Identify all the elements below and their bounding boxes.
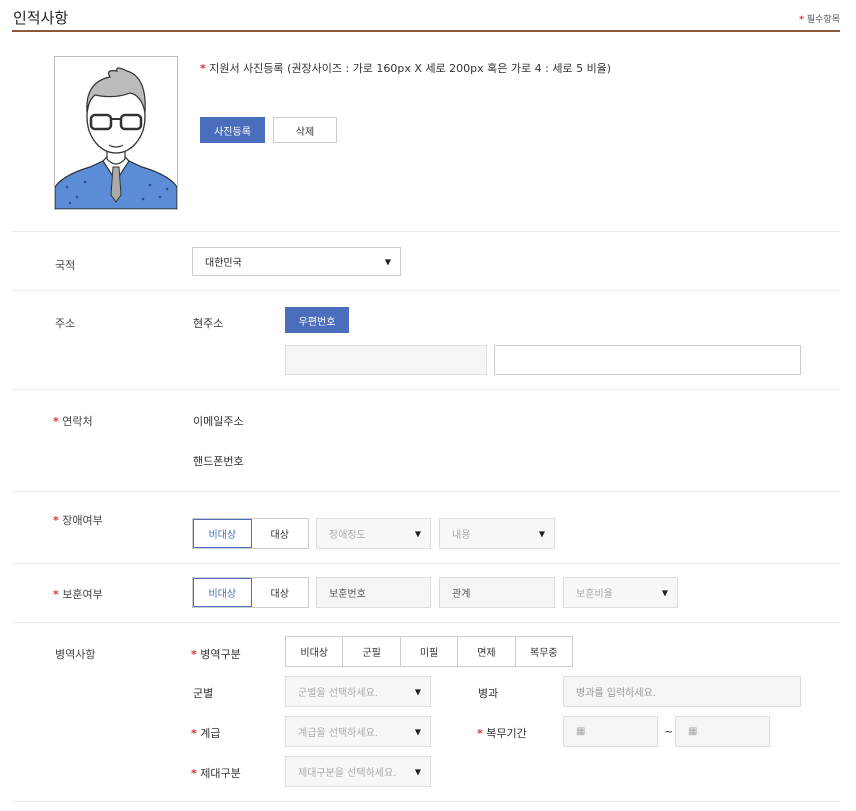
service-end-date-input[interactable]: ▦ (675, 716, 770, 747)
caret-down-icon: ▼ (414, 529, 421, 538)
military-type-option[interactable]: 비대상 (286, 637, 344, 666)
avatar-placeholder-icon (55, 67, 177, 209)
rank-label: * 계급 (191, 725, 221, 741)
rank-select[interactable]: 계급을 선택하세요. ▼ (285, 716, 431, 747)
veteran-relation-input[interactable]: 관계 (439, 577, 555, 608)
divider (12, 491, 840, 492)
divider (12, 801, 840, 802)
nationality-label: 국적 (55, 259, 76, 272)
veteran-option-no[interactable]: 비대상 (193, 578, 252, 607)
address-label: 주소 (55, 317, 76, 330)
specialty-input[interactable]: 병과를 입력하세요. (563, 676, 801, 707)
discharge-label-text: 제대구분 (200, 767, 241, 780)
required-star-icon: * (191, 727, 197, 740)
divider (12, 389, 840, 390)
required-star-icon: * (200, 62, 206, 75)
required-star-icon: * (53, 415, 59, 428)
required-note-label: 필수항목 (806, 15, 840, 25)
disability-option-no[interactable]: 비대상 (193, 519, 252, 548)
service-period-label-text: 복무기간 (486, 727, 527, 740)
caret-down-icon: ▼ (661, 588, 668, 597)
veteran-label: * 보훈여부 (53, 586, 103, 602)
required-star-icon: * (191, 648, 197, 661)
disability-toggle[interactable]: 비대상 대상 (192, 518, 309, 549)
rank-label-text: 계급 (200, 727, 221, 740)
photo-instruction: * 지원서 사진등록 (권장사이즈 : 가로 160px X 세로 200px … (200, 60, 611, 76)
disability-content-placeholder: 내용 (452, 530, 471, 541)
required-star-icon: * (799, 15, 804, 25)
service-start-date-input[interactable]: ▦ (563, 716, 658, 747)
veteran-ratio-placeholder: 보훈비율 (576, 589, 613, 600)
divider (12, 290, 840, 291)
veteran-toggle[interactable]: 비대상 대상 (192, 577, 309, 608)
header-divider (12, 30, 840, 32)
disability-content-select[interactable]: 내용 ▼ (439, 518, 555, 549)
section-title: 인적사항 (13, 9, 69, 27)
photo-frame (54, 56, 178, 210)
military-type-option[interactable]: 면제 (458, 637, 516, 666)
period-separator: ~ (664, 725, 674, 738)
caret-down-icon: ▼ (414, 727, 421, 736)
disability-label: * 장애여부 (53, 512, 103, 528)
contact-label: * 연락처 (53, 413, 93, 429)
discharge-placeholder: 제대구분을 선택하세요. (298, 768, 397, 779)
photo-instruction-text: 지원서 사진등록 (권장사이즈 : 가로 160px X 세로 200px 혹은… (209, 62, 612, 75)
required-star-icon: * (477, 727, 483, 740)
required-note: * 필수항목 (799, 12, 840, 25)
branch-select[interactable]: 군별을 선택하세요. ▼ (285, 676, 431, 707)
military-type-label-text: 병역구분 (200, 648, 241, 661)
disability-grade-placeholder: 장애정도 (329, 530, 366, 541)
nationality-value: 대한민국 (205, 258, 242, 269)
calendar-icon[interactable]: ▦ (576, 726, 585, 737)
photo-register-button[interactable]: 사진등록 (200, 117, 265, 143)
disability-grade-select[interactable]: 장애정도 ▼ (316, 518, 431, 549)
calendar-icon[interactable]: ▦ (688, 726, 697, 737)
military-type-option[interactable]: 복무중 (516, 637, 572, 666)
address-detail-input[interactable] (494, 345, 801, 375)
military-type-label: * 병역구분 (191, 646, 241, 662)
specialty-label: 병과 (478, 687, 499, 700)
contact-label-text: 연락처 (62, 415, 93, 428)
branch-label: 군별 (193, 687, 214, 700)
caret-down-icon: ▼ (384, 257, 391, 266)
service-period-label: * 복무기간 (477, 725, 527, 741)
disability-option-yes[interactable]: 대상 (252, 519, 309, 548)
veteran-ratio-select[interactable]: 보훈비율 ▼ (563, 577, 678, 608)
caret-down-icon: ▼ (414, 767, 421, 776)
photo-delete-button[interactable]: 삭제 (273, 117, 337, 143)
required-star-icon: * (53, 588, 59, 601)
divider (12, 622, 840, 623)
rank-placeholder: 계급을 선택하세요. (298, 728, 378, 739)
nationality-select[interactable]: 대한민국 ▼ (192, 247, 401, 276)
divider (12, 563, 840, 564)
caret-down-icon: ▼ (414, 687, 421, 696)
required-star-icon: * (53, 514, 59, 527)
veteran-option-yes[interactable]: 대상 (252, 578, 309, 607)
veteran-number-input[interactable]: 보훈번호 (316, 577, 431, 608)
military-type-option[interactable]: 군필 (343, 637, 401, 666)
divider (12, 231, 840, 232)
discharge-select[interactable]: 제대구분을 선택하세요. ▼ (285, 756, 431, 787)
discharge-label: * 제대구분 (191, 765, 241, 781)
required-star-icon: * (191, 767, 197, 780)
branch-placeholder: 군별을 선택하세요. (298, 688, 378, 699)
phone-label: 핸드폰번호 (193, 455, 244, 468)
military-type-toggle[interactable]: 비대상 군필 미필 면제 복무중 (285, 636, 573, 667)
postcode-button[interactable]: 우편번호 (285, 307, 349, 333)
veteran-label-text: 보훈여부 (62, 588, 103, 601)
disability-label-text: 장애여부 (62, 514, 103, 527)
email-label: 이메일주소 (193, 415, 244, 428)
military-type-option[interactable]: 미필 (401, 637, 459, 666)
military-label: 병역사항 (55, 648, 96, 661)
postcode-input[interactable] (285, 345, 487, 375)
caret-down-icon: ▼ (538, 529, 545, 538)
current-address-label: 현주소 (193, 317, 224, 330)
